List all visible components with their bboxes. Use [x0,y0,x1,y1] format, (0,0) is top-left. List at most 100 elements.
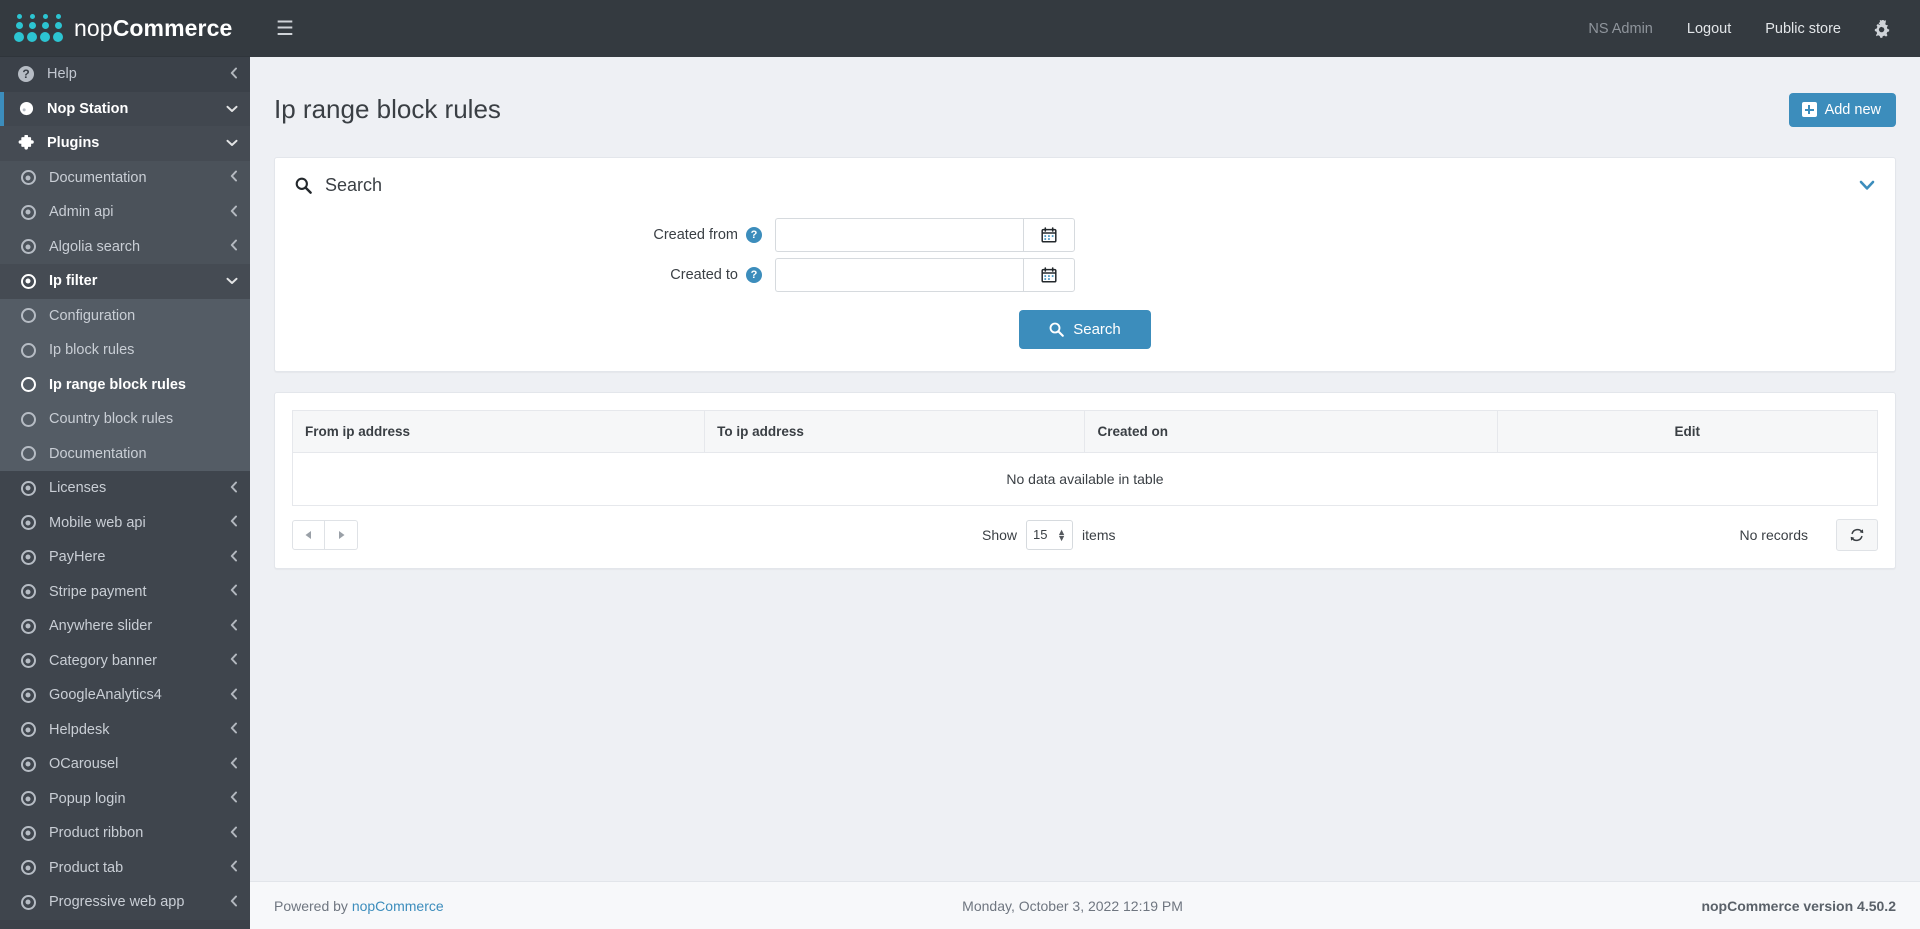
question-circle-icon[interactable]: ? [746,266,762,283]
moon-icon [16,101,36,116]
chevron-down-icon[interactable] [226,136,238,150]
sidebar-item-licenses[interactable]: Licenses [0,471,250,506]
sidebar-item-label: Product tab [49,859,124,876]
navbar-public-store-link[interactable]: Public store [1748,21,1858,37]
sidebar-item-country-block-rules[interactable]: Country block rules [0,402,250,437]
search-button[interactable]: Search [1019,309,1151,349]
sidebar-item-anywhere-slider[interactable]: Anywhere slider [0,609,250,644]
chevron-left-icon[interactable] [230,239,238,254]
column-created-on[interactable]: Created on [1084,409,1498,453]
column-from-ip[interactable]: From ip address [291,409,706,453]
sidebar-item-payhere[interactable]: PayHere [0,540,250,575]
search-panel-header[interactable]: Search [275,158,1895,214]
sidebar-item-label: OCarousel [49,756,119,773]
chevron-left-icon[interactable] [230,688,238,703]
sidebar-item-product-tab[interactable]: Product tab [0,850,250,885]
hamburger-icon[interactable]: ☰ [270,15,300,43]
chevron-left-icon[interactable] [230,205,238,220]
navbar-right-links: NS Admin Logout Public store [1571,19,1898,38]
sidebar-item-category-banner[interactable]: Category banner [0,643,250,678]
sidebar-item-admin-api[interactable]: Admin api [0,195,250,230]
refresh-button[interactable] [1835,518,1878,551]
question-circle-icon[interactable]: ? [746,226,762,243]
sidebar-item-help[interactable]: ? Help [0,57,250,92]
sidebar-item-label: Mobile web api [49,514,146,531]
created-from-row: Created from ? [295,217,1875,252]
sidebar-item-label: Category banner [49,652,158,669]
chevron-down-icon[interactable] [226,102,238,116]
brand-name-light: nop [74,14,113,41]
chevron-left-icon[interactable] [230,860,238,875]
table-empty-message: No data available in table [292,452,1878,506]
sidebar-item-nop-station[interactable]: Nop Station [0,91,250,126]
circle-dot-icon [18,273,38,289]
circle-dot-icon [18,825,38,841]
sidebar-item-ip-block-rules[interactable]: Ip block rules [0,333,250,368]
chevron-left-icon[interactable] [230,515,238,530]
chevron-left-icon[interactable] [230,481,238,496]
chevron-left-icon[interactable] [230,722,238,737]
sidebar-item-product-ribbon[interactable]: Product ribbon [0,816,250,851]
footer-nopcommerce-link[interactable]: nopCommerce [352,898,444,914]
sidebar-item-progressive-web-app[interactable]: Progressive web app [0,885,250,920]
circle-dot-icon [18,618,38,634]
show-label: Show [982,526,1018,543]
plus-icon [1801,102,1817,118]
chevron-left-icon[interactable] [230,550,238,565]
pagination-prev-button[interactable] [292,519,325,550]
brand-logo-area[interactable]: nopCommerce [0,0,250,57]
chevron-left-icon[interactable] [230,826,238,841]
chevron-left-icon[interactable] [230,757,238,772]
page-size-select[interactable]: 15 ▲ ▼ [1026,519,1074,550]
sidebar-item-label: Product ribbon [49,825,144,842]
column-edit[interactable]: Edit [1496,409,1879,453]
calendar-icon[interactable] [1023,257,1075,292]
sidebar-item-helpdesk[interactable]: Helpdesk [0,712,250,747]
footer-powered-text: Powered by [274,897,348,914]
circle-dot-icon [18,860,38,876]
sidebar-item-mobile-web-api[interactable]: Mobile web api [0,505,250,540]
updown-arrows-icon: ▲ ▼ [1057,526,1067,543]
circle-dot-icon [18,584,38,600]
brand-name: nopCommerce [74,15,232,42]
sidebar-item-googleanalytics4[interactable]: GoogleAnalytics4 [0,678,250,713]
chevron-left-icon[interactable] [230,619,238,634]
navbar-user-link[interactable]: NS Admin [1571,21,1669,37]
sidebar-item-ip-filter[interactable]: Ip filter [0,264,250,299]
sidebar-item-documentation[interactable]: Documentation [0,160,250,195]
chevron-left-icon[interactable] [230,170,238,185]
chevron-left-icon[interactable] [230,895,238,910]
chevron-left-icon[interactable] [230,584,238,599]
sidebar-item-plugins[interactable]: Plugins [0,126,250,161]
gears-icon[interactable] [1858,19,1898,38]
add-new-button[interactable]: Add new [1788,92,1896,127]
created-to-label: Created to [670,266,738,283]
navbar-logout-link[interactable]: Logout [1670,21,1748,37]
pagination-next-button[interactable] [325,519,358,550]
sidebar-item-stripe-payment[interactable]: Stripe payment [0,574,250,609]
circle-dot-icon [18,722,38,738]
chevron-left-icon[interactable] [230,791,238,806]
sidebar-item-ocarousel[interactable]: OCarousel [0,747,250,782]
sidebar-item-ip-range-block-rules[interactable]: Ip range block rules [0,367,250,402]
circle-dot-icon [18,549,38,565]
sidebar-item-documentation[interactable]: Documentation [0,436,250,471]
created-from-input[interactable] [775,217,1023,252]
chevron-down-icon[interactable] [1859,180,1875,191]
sidebar-item-label: PayHere [49,549,106,566]
sidebar-item-configuration[interactable]: Configuration [0,298,250,333]
sidebar-item-label: Ip block rules [49,342,135,359]
ip-range-rules-table: From ip address To ip address Created on… [291,409,1879,506]
calendar-icon[interactable] [1023,217,1075,252]
page-footer: Powered by nopCommerce Monday, October 3… [250,881,1920,929]
chevron-left-icon[interactable] [230,67,238,82]
refresh-icon [1850,528,1864,541]
column-to-ip[interactable]: To ip address [704,409,1086,453]
chevron-down-icon[interactable] [226,274,238,288]
sidebar-item-label: GoogleAnalytics4 [49,687,162,704]
chevron-left-icon[interactable] [230,653,238,668]
created-to-input[interactable] [775,257,1023,292]
sidebar-item-popup-login[interactable]: Popup login [0,781,250,816]
sidebar-item-algolia-search[interactable]: Algolia search [0,229,250,264]
sidebar-item-label: Plugins [47,135,100,152]
